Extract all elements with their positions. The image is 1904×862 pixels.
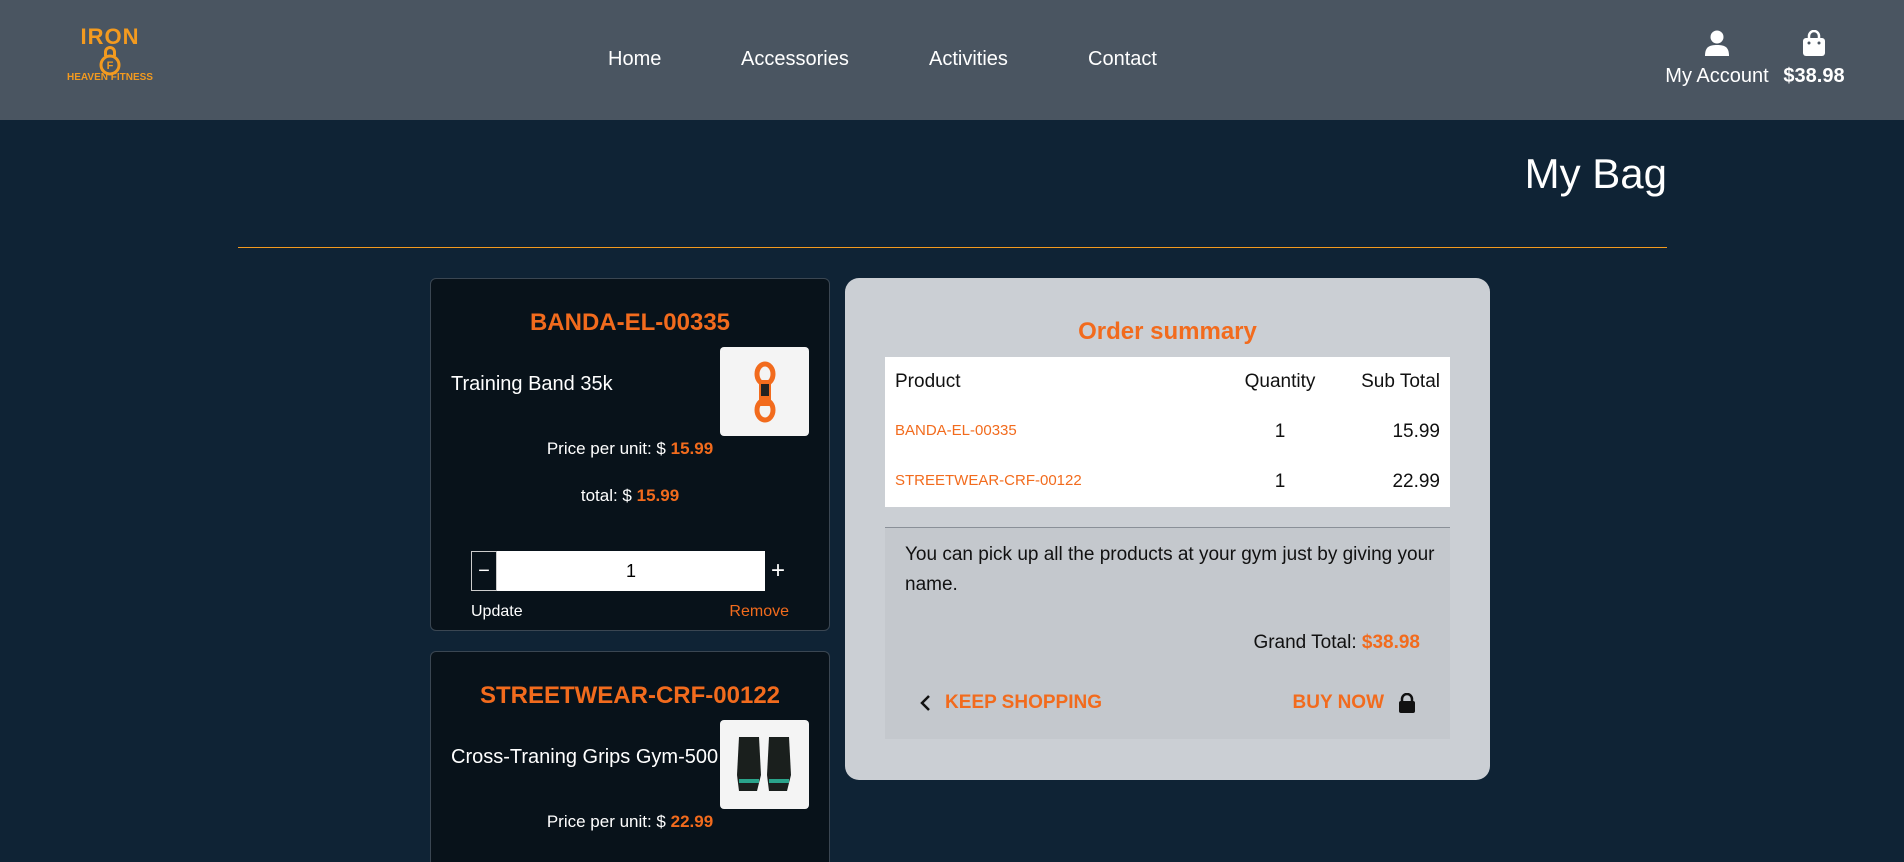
header-subtotal: Sub Total [1361,371,1440,392]
update-button[interactable]: Update [471,603,523,621]
quantity-stepper: − + [471,551,791,591]
item-name: Cross-Traning Grips Gym-500 [451,746,719,768]
iron-heaven-logo[interactable]: IRON F HEAVEN FITNESS [62,26,158,92]
item-image[interactable] [720,720,809,809]
bag-item-card: BANDA-EL-00335 Training Band 35k Price p… [430,278,830,631]
order-summary-footer: You can pick up all the products at your… [885,527,1450,739]
user-icon [1705,30,1729,56]
nav-accessories[interactable]: Accessories [741,48,849,71]
shopping-bag-icon [1803,29,1825,56]
row-quantity: 1 [1274,471,1286,492]
grips-image [736,736,791,791]
grand-total-value: $38.98 [1361,632,1420,653]
svg-text:F: F [107,60,114,72]
total-value: 15.99 [636,486,680,505]
price-label: Price per unit: $ [546,812,671,831]
item-code: BANDA-EL-00335 [529,309,731,336]
cart-button[interactable]: $38.98 [1782,29,1846,88]
row-product[interactable]: STREETWEAR-CRF-00122 [895,472,1230,489]
pickup-note: You can pick up all the products at your… [905,544,1435,595]
price-per-unit: Price per unit: $ 15.99 [431,439,829,459]
row-quantity: 1 [1274,421,1286,442]
kettlebell-icon: F [99,46,121,76]
table-row: BANDA-EL-00335 1 15.99 [885,407,1450,457]
lock-icon [1399,693,1415,713]
order-summary-panel: Order summary Product Quantity Sub Total… [845,278,1490,780]
order-summary-title: Order summary [1078,318,1257,345]
row-product[interactable]: BANDA-EL-00335 [895,422,1230,439]
cart-total: $38.98 [1783,65,1845,87]
quantity-input[interactable] [497,551,765,591]
buy-now-label: BUY NOW [1292,692,1384,713]
item-code: STREETWEAR-CRF-00122 [479,682,781,709]
price-value: 15.99 [670,439,714,458]
grand-total: Grand Total: $38.98 [1253,632,1420,654]
row-subtotal: 15.99 [1392,421,1440,442]
title-divider [238,247,1667,248]
nav-contact[interactable]: Contact [1088,48,1157,71]
keep-shopping-button[interactable]: KEEP SHOPPING [919,692,1102,714]
logo-text-top: IRON [80,24,140,49]
nav-home[interactable]: Home [608,48,661,71]
item-image[interactable] [720,347,809,436]
page-title: My Bag [1524,150,1667,197]
total-label: total: $ [580,486,637,505]
remove-button[interactable]: Remove [729,603,789,621]
price-per-unit: Price per unit: $ 22.99 [431,812,829,832]
chevron-left-icon [920,695,930,711]
price-label: Price per unit: $ [546,439,671,458]
increase-quantity-button[interactable]: + [765,551,791,591]
nav-activities[interactable]: Activities [929,48,1008,71]
row-subtotal: 22.99 [1392,471,1440,492]
item-total: total: $ 15.99 [431,486,829,506]
table-row: STREETWEAR-CRF-00122 1 22.99 [885,457,1450,507]
keep-shopping-label: KEEP SHOPPING [945,692,1102,713]
decrease-quantity-button[interactable]: − [471,551,497,591]
grand-total-label: Grand Total: [1253,632,1362,653]
header-quantity: Quantity [1244,371,1316,392]
my-account-label: My Account [1665,65,1769,87]
header-product: Product [895,371,961,392]
buy-now-button[interactable]: BUY NOW [1293,692,1416,714]
price-value: 22.99 [670,812,714,831]
training-band-image [754,361,775,422]
top-navbar: IRON F HEAVEN FITNESS Home Accessories A… [0,0,1904,120]
table-header-row: Product Quantity Sub Total [885,357,1450,407]
order-summary-table: Product Quantity Sub Total BANDA-EL-0033… [885,357,1450,507]
item-name: Training Band 35k [451,373,613,395]
my-account-button[interactable]: My Account [1664,30,1770,88]
bag-item-card: STREETWEAR-CRF-00122 Cross-Traning Grips… [430,651,830,862]
